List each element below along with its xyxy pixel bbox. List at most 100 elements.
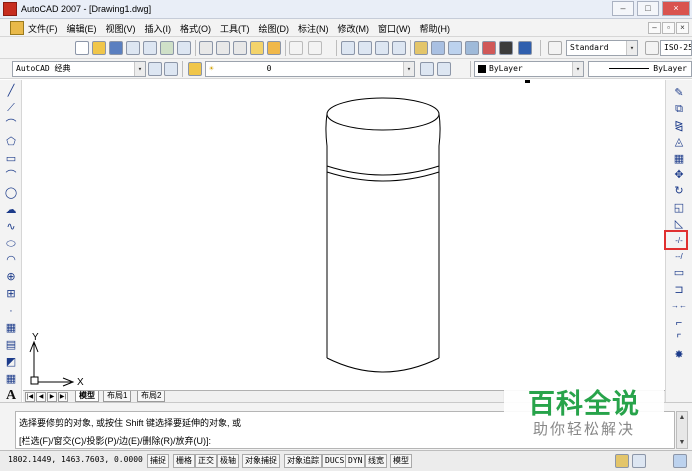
otrack-toggle[interactable]: 对象追踪: [284, 454, 322, 468]
line-tool-icon[interactable]: ╱: [4, 84, 18, 98]
window-close-button[interactable]: ×: [662, 1, 690, 16]
window-minimize-button[interactable]: –: [612, 1, 634, 16]
window-maximize-button[interactable]: □: [637, 1, 659, 16]
spline-icon[interactable]: ∿: [4, 220, 18, 234]
make-layer-current-icon[interactable]: [420, 62, 434, 76]
quickcalc-icon[interactable]: [499, 41, 513, 55]
cut-icon[interactable]: [199, 41, 213, 55]
print-icon[interactable]: [126, 41, 140, 55]
dimension-style-icon[interactable]: [645, 41, 659, 55]
linetype-combo[interactable]: ByLayer: [588, 61, 692, 77]
menu-item-9[interactable]: 窗口(W): [378, 22, 411, 35]
snap-toggle[interactable]: 捕捉: [147, 454, 169, 468]
document-icon[interactable]: [10, 21, 24, 35]
paste-icon[interactable]: [233, 41, 247, 55]
new-file-icon[interactable]: [75, 41, 89, 55]
insert-block-icon[interactable]: ⊕: [4, 270, 18, 284]
text-style-combo[interactable]: Standard ▾: [566, 40, 638, 56]
menu-item-4[interactable]: 格式(O): [180, 22, 211, 35]
pan-icon[interactable]: [341, 41, 355, 55]
rotate-icon[interactable]: ↻: [672, 184, 686, 198]
dim-style-combo[interactable]: ISO-25: [660, 40, 692, 56]
array-icon[interactable]: ▦: [672, 152, 686, 166]
mirror-icon[interactable]: ⧎: [672, 119, 686, 133]
clean-screen-icon[interactable]: [673, 454, 687, 468]
layer-previous-icon[interactable]: [437, 62, 451, 76]
copy-icon[interactable]: ⧉: [672, 102, 686, 116]
prev-layout-button[interactable]: ◀: [36, 392, 46, 402]
zoom-realtime-icon[interactable]: [358, 41, 372, 55]
grid-toggle[interactable]: 栅格: [173, 454, 195, 468]
menu-item-6[interactable]: 绘图(D): [259, 22, 290, 35]
ducs-toggle[interactable]: DUCS: [322, 454, 348, 468]
stretch-icon[interactable]: ◺: [672, 217, 686, 231]
copy-clip-icon[interactable]: [216, 41, 230, 55]
ortho-toggle[interactable]: 正交: [195, 454, 217, 468]
offset-icon[interactable]: ◬: [672, 135, 686, 149]
region-icon[interactable]: ◩: [4, 355, 18, 369]
design-center-icon[interactable]: [431, 41, 445, 55]
circle-icon[interactable]: ◯: [4, 186, 18, 200]
scale-icon[interactable]: ◱: [672, 201, 686, 215]
doc-restore-button[interactable]: ▫: [662, 22, 675, 34]
save-icon[interactable]: [109, 41, 123, 55]
scroll-up-icon[interactable]: ▲: [677, 412, 687, 423]
lineweight-toggle[interactable]: 线宽: [365, 454, 387, 468]
properties-icon[interactable]: [414, 41, 428, 55]
text-style-icon[interactable]: [548, 41, 562, 55]
command-scrollbar[interactable]: ▲ ▼: [676, 411, 688, 449]
table-icon[interactable]: ▦: [4, 372, 18, 386]
chamfer-icon[interactable]: ⌐: [672, 316, 686, 330]
help-icon[interactable]: [518, 41, 532, 55]
menu-item-8[interactable]: 修改(M): [338, 22, 370, 35]
zoom-window-icon[interactable]: [375, 41, 389, 55]
polyline-icon[interactable]: ⌒: [4, 118, 18, 132]
move-icon[interactable]: ✥: [672, 168, 686, 182]
doc-minimize-button[interactable]: –: [648, 22, 661, 34]
color-combo[interactable]: ByLayer ▾: [474, 61, 584, 77]
extend-icon[interactable]: --/: [672, 250, 686, 264]
hatch-icon[interactable]: ▦: [4, 321, 18, 335]
first-layout-button[interactable]: |◀: [25, 392, 35, 402]
gradient-icon[interactable]: ▤: [4, 338, 18, 352]
redo-icon[interactable]: [308, 41, 322, 55]
workspace-combo[interactable]: AutoCAD 经典 ▾: [12, 61, 146, 77]
layer-combo[interactable]: ☀ 0 ▾: [205, 61, 415, 77]
sheet-set-icon[interactable]: [465, 41, 479, 55]
drawing-canvas[interactable]: Y X: [23, 80, 665, 390]
multiline-text-icon[interactable]: A: [4, 389, 18, 403]
3d-dwf-icon[interactable]: [177, 41, 191, 55]
polar-toggle[interactable]: 极轴: [217, 454, 239, 468]
dyn-toggle[interactable]: DYN: [345, 454, 366, 468]
menu-item-10[interactable]: 帮助(H): [420, 22, 451, 35]
break-at-point-icon[interactable]: ▭: [672, 266, 686, 280]
polygon-icon[interactable]: ⬠: [4, 135, 18, 149]
ellipse-arc-icon[interactable]: ◠: [4, 253, 18, 267]
fillet-icon[interactable]: ⌜: [672, 332, 686, 346]
tab-model[interactable]: 模型: [75, 391, 99, 402]
undo-icon[interactable]: [289, 41, 303, 55]
model-toggle[interactable]: 模型: [390, 454, 412, 468]
last-layout-button[interactable]: ▶|: [58, 392, 68, 402]
markup-set-icon[interactable]: [482, 41, 496, 55]
layer-manager-icon[interactable]: [188, 62, 202, 76]
tab-layout2[interactable]: 布局2: [137, 391, 166, 402]
scroll-down-icon[interactable]: ▼: [677, 437, 687, 448]
next-layout-button[interactable]: ▶: [47, 392, 57, 402]
zoom-previous-icon[interactable]: [392, 41, 406, 55]
ellipse-icon[interactable]: ⬭: [4, 237, 18, 251]
arc-icon[interactable]: ⌒: [4, 169, 18, 183]
menu-item-2[interactable]: 视图(V): [106, 22, 136, 35]
publish-icon[interactable]: [160, 41, 174, 55]
osnap-toggle[interactable]: 对象捕捉: [242, 454, 280, 468]
lock-toolbar-icon[interactable]: [632, 454, 646, 468]
open-file-icon[interactable]: [92, 41, 106, 55]
break-icon[interactable]: ⊐: [672, 283, 686, 297]
menu-item-5[interactable]: 工具(T): [220, 22, 250, 35]
comm-center-icon[interactable]: [615, 454, 629, 468]
construction-line-icon[interactable]: ⟋: [4, 101, 18, 115]
make-block-icon[interactable]: ⊞: [4, 287, 18, 301]
block-editor-icon[interactable]: [267, 41, 281, 55]
point-icon[interactable]: ·: [4, 304, 18, 318]
revision-cloud-icon[interactable]: ☁: [4, 203, 18, 217]
